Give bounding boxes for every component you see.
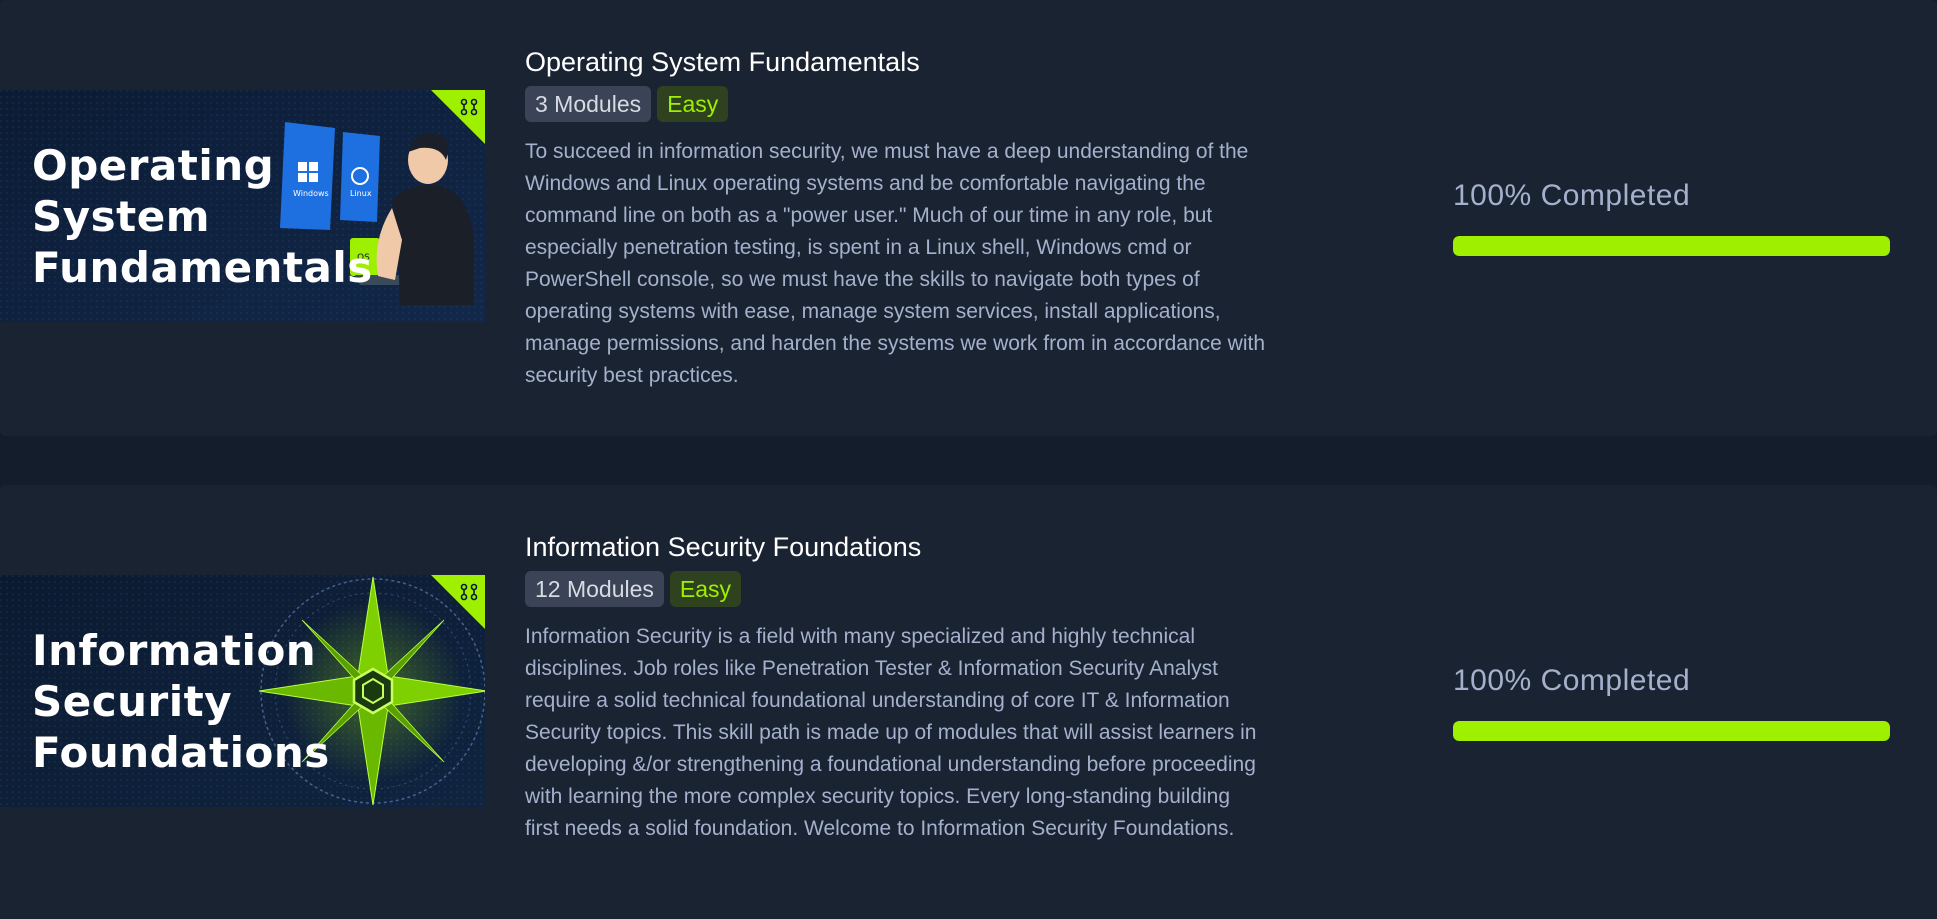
path-thumbnail[interactable]: Windows Linux OS Operating System Fundam… [0, 90, 485, 322]
difficulty-badge: Easy [669, 571, 742, 607]
skill-path-icon [431, 90, 485, 144]
path-title[interactable]: Operating System Fundamentals [525, 44, 1265, 80]
path-description: Information Security is a field with man… [525, 625, 1257, 840]
path-progress: 100% Completed [1453, 661, 1890, 741]
difficulty-badge: Easy [657, 86, 729, 122]
path-badges: 12 Modules Easy [525, 571, 1265, 607]
thumbnail-title: Operating System Fundamentals [32, 141, 373, 292]
path-progress: 100% Completed [1453, 176, 1890, 256]
path-info: Information Security Foundations 12 Modu… [525, 529, 1265, 845]
modules-count-badge: 12 Modules [525, 571, 664, 607]
path-thumbnail[interactable]: Information Security Foundations [0, 575, 485, 807]
path-description: To succeed in information security, we m… [525, 140, 1266, 387]
path-title[interactable]: Information Security Foundations [525, 529, 1265, 565]
progress-bar [1453, 236, 1890, 256]
progress-bar [1453, 721, 1890, 741]
progress-bar-fill [1453, 721, 1890, 741]
skill-path-card-os-fundamentals[interactable]: Windows Linux OS Operating System Fundam… [0, 0, 1937, 436]
skill-paths-list: Windows Linux OS Operating System Fundam… [0, 0, 1937, 919]
path-badges: 3 Modules Easy [525, 86, 1265, 122]
progress-label: 100% Completed [1453, 179, 1691, 212]
progress-label: 100% Completed [1453, 664, 1691, 697]
progress-bar-fill [1453, 236, 1890, 256]
skill-path-card-infosec-foundations[interactable]: Information Security Foundations Informa… [0, 485, 1937, 919]
path-info: Operating System Fundamentals 3 Modules … [525, 44, 1265, 392]
thumbnail-title: Information Security Foundations [32, 626, 330, 777]
skill-path-icon [431, 575, 485, 629]
modules-count-badge: 3 Modules [525, 86, 652, 122]
